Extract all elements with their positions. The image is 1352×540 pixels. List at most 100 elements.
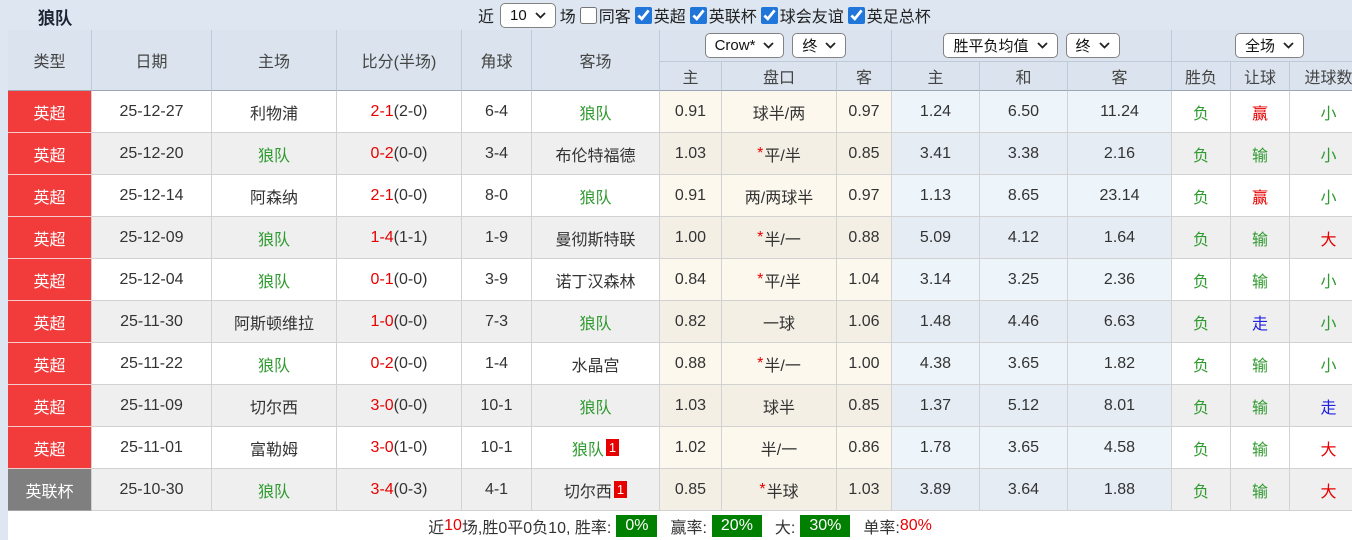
goals-result-cell: 小 xyxy=(1290,259,1352,301)
away-team-link[interactable]: 狼队 xyxy=(579,100,611,124)
home-team-link[interactable]: 狼队 xyxy=(258,226,290,250)
wdl-result-cell: 负 xyxy=(1172,133,1231,175)
wdl-result-cell: 负 xyxy=(1172,343,1231,385)
league-filter-label-3: 英足总杯 xyxy=(867,3,931,27)
halftime-score: (1-1) xyxy=(394,229,428,247)
away-team-link[interactable]: 切尔西 xyxy=(564,478,612,502)
same-away-checkbox[interactable] xyxy=(580,7,597,24)
away-team-link[interactable]: 诺丁汉森林 xyxy=(555,268,635,292)
date-label: 25-10-30 xyxy=(119,481,183,499)
handicap-cell: *半球 xyxy=(722,469,837,511)
away-team-link[interactable]: 狼队 xyxy=(572,436,604,460)
away-odds-cell: 0.85 xyxy=(837,385,892,427)
home-team-link[interactable]: 富勒姆 xyxy=(250,436,298,460)
score-cell: 3-0(1-0) xyxy=(337,427,462,469)
wdl-result: 负 xyxy=(1193,436,1209,460)
avg-select[interactable]: 胜平负均值 xyxy=(943,33,1057,58)
away-odds-value: 0.85 xyxy=(848,397,879,415)
home-team-cell: 阿森纳 xyxy=(212,175,337,217)
home-team-link[interactable]: 阿斯顿维拉 xyxy=(234,310,314,334)
league-filter-checkbox-0[interactable] xyxy=(635,7,652,24)
halftime-score: (0-0) xyxy=(394,397,428,415)
corner-score: 10-1 xyxy=(480,397,512,415)
handicap-result-cell: 输 xyxy=(1231,259,1290,301)
date-cell: 25-11-30 xyxy=(92,301,212,343)
avg-away-value: 1.88 xyxy=(1104,481,1135,499)
goals-result: 小 xyxy=(1320,352,1336,376)
wdl-result-cell: 负 xyxy=(1172,91,1231,133)
avg-home-value: 1.78 xyxy=(920,439,951,457)
league-filter-label-1: 英联杯 xyxy=(709,3,757,27)
scope-select[interactable]: 全场 xyxy=(1235,33,1304,58)
avg-away-cell: 11.24 xyxy=(1068,91,1172,133)
home-team-cell: 狼队 xyxy=(212,133,337,175)
type-cell: 英超 xyxy=(8,427,92,469)
avg-draw-value: 3.65 xyxy=(1008,355,1039,373)
away-team-link[interactable]: 狼队 xyxy=(579,394,611,418)
corner-score: 1-9 xyxy=(485,229,508,247)
home-team-link[interactable]: 阿森纳 xyxy=(250,184,298,208)
bookmaker-select[interactable]: Crow* xyxy=(705,33,785,58)
home-odds-cell: 0.91 xyxy=(660,91,722,133)
match-history-page: 狼队 近 10 场 同客 英超 英联杯 球会友谊 英足总杯 类型 日期 主场 比… xyxy=(0,0,1352,540)
home-team-link[interactable]: 狼队 xyxy=(258,352,290,376)
home-team-link[interactable]: 狼队 xyxy=(258,142,290,166)
corner-score: 7-3 xyxy=(485,313,508,331)
avg-draw-value: 4.12 xyxy=(1008,229,1039,247)
corner-cell: 3-4 xyxy=(462,133,532,175)
home-team-link[interactable]: 利物浦 xyxy=(250,100,298,124)
away-team-link[interactable]: 水晶宫 xyxy=(571,352,619,376)
fulltime-score: 3-0 xyxy=(371,439,394,457)
away-team-link[interactable]: 狼队 xyxy=(579,184,611,208)
scope-select-group: 全场 xyxy=(1172,30,1352,62)
avg-draw-cell: 3.64 xyxy=(980,469,1068,511)
home-team-link[interactable]: 狼队 xyxy=(258,478,290,502)
wdl-result: 负 xyxy=(1193,142,1209,166)
home-team-link[interactable]: 切尔西 xyxy=(250,394,298,418)
handicap-result: 输 xyxy=(1252,478,1268,502)
away-team-link[interactable]: 曼彻斯特联 xyxy=(555,226,635,250)
home-odds-value: 1.02 xyxy=(675,439,706,457)
league-filter-checkbox-1[interactable] xyxy=(690,7,707,24)
goals-result: 小 xyxy=(1320,310,1336,334)
home-odds-cell: 0.82 xyxy=(660,301,722,343)
rank-badge: 1 xyxy=(606,439,619,456)
away-odds-value: 1.00 xyxy=(848,355,879,373)
avg-draw-cell: 4.12 xyxy=(980,217,1068,259)
league-filter-label-0: 英超 xyxy=(654,3,686,27)
match-type-label: 英超 xyxy=(33,100,65,124)
handicap-result-cell: 输 xyxy=(1231,217,1290,259)
handicap-result-cell: 赢 xyxy=(1231,91,1290,133)
col-header-home: 主场 xyxy=(212,30,337,91)
home-odds-cell: 0.85 xyxy=(660,469,722,511)
match-type-label: 英联杯 xyxy=(25,478,73,502)
avg-stage-select[interactable]: 终 xyxy=(1066,33,1120,58)
avg-home-value: 1.37 xyxy=(920,397,951,415)
score-cell: 1-0(0-0) xyxy=(337,301,462,343)
away-team-link[interactable]: 布伦特福德 xyxy=(555,142,635,166)
away-team-cell: 狼队 xyxy=(532,385,660,427)
home-team-cell: 狼队 xyxy=(212,469,337,511)
handicap-cell: *平/半 xyxy=(722,259,837,301)
league-filter-checkbox-3[interactable] xyxy=(848,7,865,24)
handicap-label: 半/一 xyxy=(764,226,800,250)
fulltime-score: 0-1 xyxy=(371,271,394,289)
recent-count-select[interactable]: 10 xyxy=(500,3,556,28)
home-odds-value: 1.00 xyxy=(675,229,706,247)
avg-draw-cell: 8.65 xyxy=(980,175,1068,217)
date-label: 25-11-30 xyxy=(120,313,183,331)
home-team-link[interactable]: 狼队 xyxy=(258,268,290,292)
avg-home-cell: 3.89 xyxy=(892,469,980,511)
goals-result-cell: 大 xyxy=(1290,427,1352,469)
avg-home-value: 1.48 xyxy=(920,313,951,331)
league-filter-checkbox-2[interactable] xyxy=(761,7,778,24)
handicap-label: 半球 xyxy=(767,478,799,502)
away-odds-value: 0.85 xyxy=(848,145,879,163)
home-odds-value: 0.91 xyxy=(675,187,706,205)
chevron-down-icon xyxy=(1099,42,1110,49)
corner-score: 1-4 xyxy=(485,355,508,373)
away-odds-cell: 1.03 xyxy=(837,469,892,511)
away-team-link[interactable]: 狼队 xyxy=(579,310,611,334)
odds-stage-select[interactable]: 终 xyxy=(792,33,846,58)
type-cell: 英超 xyxy=(8,91,92,133)
